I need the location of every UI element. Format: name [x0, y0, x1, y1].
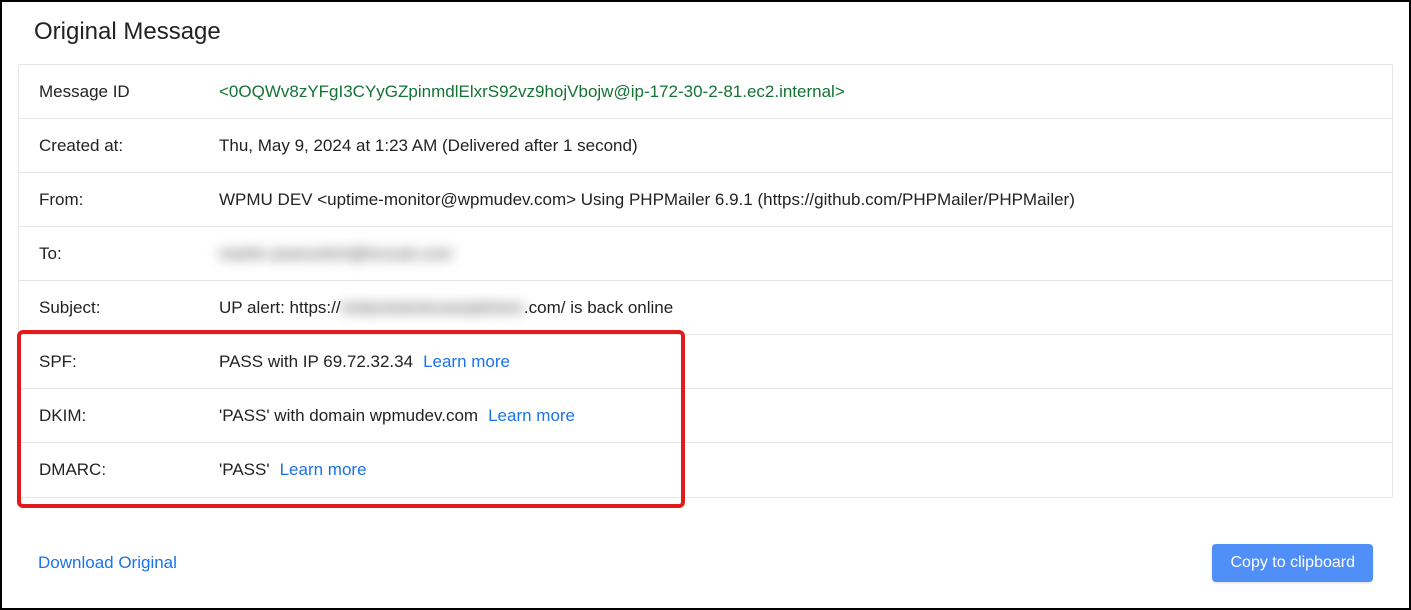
label-spf: SPF: [39, 352, 219, 372]
label-to: To: [39, 244, 219, 264]
label-dkim: DKIM: [39, 406, 219, 426]
download-original-link[interactable]: Download Original [38, 553, 177, 573]
row-subject: Subject: UP alert: https://redactedurlex… [19, 281, 1392, 335]
label-from: From: [39, 190, 219, 210]
row-message-id: Message ID <0OQWv8zYFgI3CYyGZpinmdlElxrS… [19, 65, 1392, 119]
row-dmarc: DMARC: 'PASS' Learn more [19, 443, 1392, 497]
label-dmarc: DMARC: [39, 460, 219, 480]
value-message-id: <0OQWv8zYFgI3CYyGZpinmdlElxrS92vz9hojVbo… [219, 82, 845, 102]
value-dkim: 'PASS' with domain wpmudev.com Learn mor… [219, 406, 575, 426]
original-message-container: Original Message Message ID <0OQWv8zYFgI… [0, 0, 1411, 610]
value-to: martin.aranovitch@incsub.com [219, 244, 453, 264]
value-created-at: Thu, May 9, 2024 at 1:23 AM (Delivered a… [219, 136, 638, 156]
label-message-id: Message ID [39, 82, 219, 102]
learn-more-dmarc[interactable]: Learn more [280, 460, 367, 480]
label-created-at: Created at: [39, 136, 219, 156]
value-spf: PASS with IP 69.72.32.34 Learn more [219, 352, 510, 372]
spf-status: PASS with IP 69.72.32.34 [219, 352, 413, 372]
copy-to-clipboard-button[interactable]: Copy to clipboard [1212, 544, 1373, 582]
page-title: Original Message [34, 18, 1393, 46]
value-dmarc: 'PASS' Learn more [219, 460, 367, 480]
label-subject: Subject: [39, 298, 219, 318]
row-to: To: martin.aranovitch@incsub.com [19, 227, 1392, 281]
actions-bar: Download Original Copy to clipboard [18, 544, 1393, 582]
value-subject: UP alert: https://redactedurlexamplehere… [219, 298, 673, 318]
subject-prefix: UP alert: https:// [219, 298, 341, 318]
dmarc-status: 'PASS' [219, 460, 270, 480]
learn-more-dkim[interactable]: Learn more [488, 406, 575, 426]
redacted-subject: redactedurlexamplehere [341, 298, 524, 318]
learn-more-spf[interactable]: Learn more [423, 352, 510, 372]
value-from: WPMU DEV <uptime-monitor@wpmudev.com> Us… [219, 190, 1075, 210]
dkim-status: 'PASS' with domain wpmudev.com [219, 406, 478, 426]
row-spf: SPF: PASS with IP 69.72.32.34 Learn more [19, 335, 1392, 389]
subject-suffix: .com/ is back online [524, 298, 673, 318]
message-details-table: Message ID <0OQWv8zYFgI3CYyGZpinmdlElxrS… [18, 64, 1393, 498]
row-dkim: DKIM: 'PASS' with domain wpmudev.com Lea… [19, 389, 1392, 443]
redacted-to: martin.aranovitch@incsub.com [219, 244, 453, 264]
row-from: From: WPMU DEV <uptime-monitor@wpmudev.c… [19, 173, 1392, 227]
row-created-at: Created at: Thu, May 9, 2024 at 1:23 AM … [19, 119, 1392, 173]
